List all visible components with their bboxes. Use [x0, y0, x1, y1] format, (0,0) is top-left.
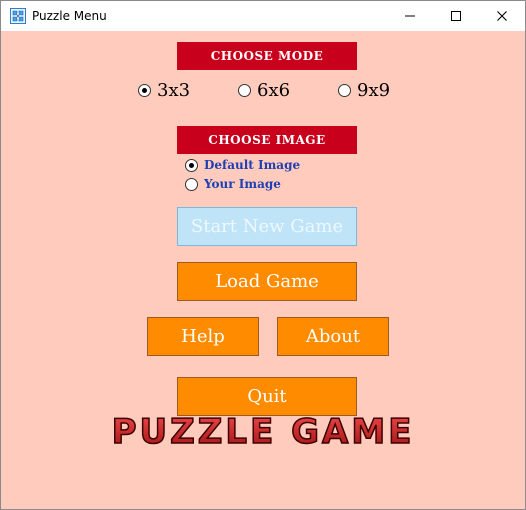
mode-3x3-label: 3x3 — [157, 80, 191, 101]
puzzle-menu-window: Puzzle Menu CHOOSE MODE 3x3 6x6 9x9 CHOO… — [0, 0, 526, 510]
default-image-label: Default Image — [204, 158, 301, 172]
logo-text: PUZZLE GAME — [112, 412, 415, 452]
mode-option-6x6[interactable]: 6x6 — [238, 80, 290, 101]
mode-option-3x3[interactable]: 3x3 — [138, 80, 190, 101]
minimize-button[interactable] — [387, 1, 433, 31]
maximize-icon — [451, 11, 461, 21]
start-new-game-button[interactable]: Start New Game — [177, 207, 357, 246]
puzzle-game-logo: PUZZLE GAME — [111, 405, 416, 455]
mode-9x9-label: 9x9 — [357, 80, 391, 101]
close-icon — [497, 11, 507, 21]
maximize-button[interactable] — [433, 1, 479, 31]
minimize-icon — [405, 15, 415, 17]
window-title: Puzzle Menu — [32, 9, 107, 23]
mode-6x6-radio[interactable] — [238, 84, 251, 97]
puzzle-app-icon — [10, 8, 26, 24]
close-button[interactable] — [479, 1, 525, 31]
choose-mode-header: CHOOSE MODE — [177, 42, 357, 70]
image-option-default[interactable]: Default Image — [185, 158, 300, 172]
mode-3x3-radio[interactable] — [138, 84, 151, 97]
title-bar[interactable]: Puzzle Menu — [1, 1, 525, 31]
mode-6x6-label: 6x6 — [257, 80, 291, 101]
mode-9x9-radio[interactable] — [338, 84, 351, 97]
default-image-radio[interactable] — [185, 158, 198, 172]
mode-option-9x9[interactable]: 9x9 — [338, 80, 390, 101]
your-image-radio[interactable] — [185, 177, 198, 191]
load-game-button[interactable]: Load Game — [177, 262, 357, 301]
about-button[interactable]: About — [277, 317, 389, 356]
choose-image-header: CHOOSE IMAGE — [177, 126, 357, 154]
help-button[interactable]: Help — [147, 317, 259, 356]
image-option-yours[interactable]: Your Image — [185, 177, 281, 191]
your-image-label: Your Image — [204, 177, 281, 191]
